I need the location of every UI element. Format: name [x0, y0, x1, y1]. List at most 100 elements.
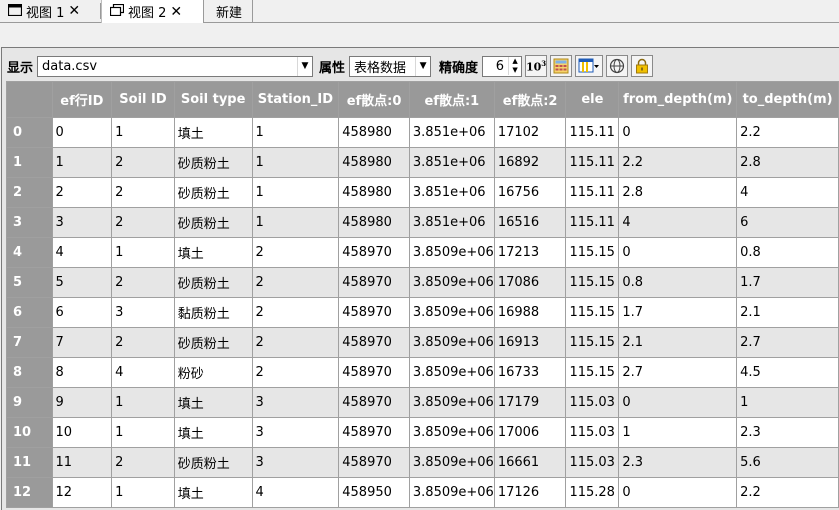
- table-cell[interactable]: 2.2: [618, 147, 738, 178]
- table-cell[interactable]: 砂质粉土: [173, 147, 253, 178]
- table-cell[interactable]: 填土: [173, 417, 253, 448]
- table-cell[interactable]: 1: [51, 147, 113, 178]
- calculator-button[interactable]: [550, 55, 573, 77]
- table-cell[interactable]: 1: [111, 477, 175, 508]
- table-cell[interactable]: 砂质粉土: [173, 177, 253, 208]
- table-cell[interactable]: 2.1: [736, 297, 839, 328]
- table-cell[interactable]: 3.8509e+06: [408, 387, 495, 418]
- tab-view-1[interactable]: 视图 1 ✕: [0, 0, 100, 22]
- table-cell[interactable]: 458970: [338, 417, 410, 448]
- table-cell[interactable]: 3.851e+06: [408, 147, 495, 178]
- table-row[interactable]: 9 9 1 填土 3 458970 3.8509e+06 17179 115.03 0 1: [6, 387, 839, 418]
- table-cell[interactable]: 填土: [173, 117, 253, 148]
- table-cell[interactable]: 0.8: [618, 267, 738, 298]
- table-cell[interactable]: 4: [51, 237, 113, 268]
- table-cell[interactable]: 458970: [338, 237, 410, 268]
- stepper-arrows-icon[interactable]: ▲ ▼: [508, 57, 521, 75]
- row-header[interactable]: 1: [6, 147, 53, 178]
- table-cell[interactable]: 115.03: [565, 447, 620, 478]
- table-cell[interactable]: 2.3: [618, 447, 738, 478]
- table-cell[interactable]: 458980: [338, 147, 410, 178]
- row-header[interactable]: 9: [6, 387, 53, 418]
- table-cell[interactable]: 砂质粉土: [173, 327, 253, 358]
- table-cell[interactable]: 2.2: [736, 117, 839, 148]
- table-cell[interactable]: 1: [618, 417, 738, 448]
- table-cell[interactable]: 11: [51, 447, 113, 478]
- table-row[interactable]: 10 10 1 填土 3 458970 3.8509e+06 17006 115.03 1 2.3: [6, 417, 839, 448]
- table-cell[interactable]: 3.8509e+06: [408, 357, 495, 388]
- column-header[interactable]: Soil ID: [111, 81, 175, 118]
- table-cell[interactable]: 2.7: [736, 327, 839, 358]
- row-header[interactable]: 10: [6, 417, 53, 448]
- table-cell[interactable]: 1: [111, 237, 175, 268]
- row-header[interactable]: 0: [6, 117, 53, 148]
- table-cell[interactable]: 1: [251, 147, 340, 178]
- table-cell[interactable]: 2: [251, 357, 340, 388]
- row-header[interactable]: 8: [6, 357, 53, 388]
- table-cell[interactable]: 458970: [338, 357, 410, 388]
- table-cell[interactable]: 2.8: [736, 147, 839, 178]
- table-cell[interactable]: 2: [111, 327, 175, 358]
- table-cell[interactable]: 17102: [493, 117, 567, 148]
- table-cell[interactable]: 0: [618, 117, 738, 148]
- table-cell[interactable]: 1.7: [736, 267, 839, 298]
- table-cell[interactable]: 2: [111, 177, 175, 208]
- column-header[interactable]: ef散点:2: [493, 81, 567, 118]
- table-cell[interactable]: 115.15: [565, 267, 620, 298]
- table-cell[interactable]: 9: [51, 387, 113, 418]
- table-cell[interactable]: 458970: [338, 267, 410, 298]
- table-cell[interactable]: 黏质粉土: [173, 297, 253, 328]
- table-cell[interactable]: 115.28: [565, 477, 620, 508]
- table-cell[interactable]: 0: [618, 237, 738, 268]
- table-cell[interactable]: 3: [251, 387, 340, 418]
- close-icon[interactable]: ✕: [170, 4, 182, 20]
- table-cell[interactable]: 砂质粉土: [173, 207, 253, 238]
- data-grid[interactable]: ef行ID Soil ID Soil type Station_ID ef散点:0 ef散…: [6, 81, 839, 510]
- table-cell[interactable]: 3.8509e+06: [408, 297, 495, 328]
- table-row[interactable]: 12 12 1 填土 4 458950 3.8509e+06 17126 115.28 0 2.2: [6, 477, 839, 508]
- attribute-select[interactable]: 表格数据 ▼: [349, 55, 432, 77]
- table-cell[interactable]: 458980: [338, 207, 410, 238]
- table-cell[interactable]: 115.11: [565, 207, 620, 238]
- table-cell[interactable]: 458970: [338, 327, 410, 358]
- table-cell[interactable]: 1: [111, 117, 175, 148]
- table-cell[interactable]: 填土: [173, 387, 253, 418]
- table-cell[interactable]: 458950: [338, 477, 410, 508]
- table-cell[interactable]: 6: [51, 297, 113, 328]
- column-header[interactable]: Station_ID: [251, 81, 340, 118]
- column-header[interactable]: ef散点:0: [338, 81, 410, 118]
- table-row[interactable]: 0 0 1 填土 1 458980 3.851e+06 17102 115.11 0 2.2: [6, 117, 839, 148]
- table-cell[interactable]: 3.851e+06: [408, 177, 495, 208]
- table-cell[interactable]: 17126: [493, 477, 567, 508]
- table-cell[interactable]: 2: [111, 447, 175, 478]
- table-cell[interactable]: 粉砂: [173, 357, 253, 388]
- row-header[interactable]: 2: [6, 177, 53, 208]
- table-cell[interactable]: 17086: [493, 267, 567, 298]
- column-header[interactable]: Soil type: [173, 81, 253, 118]
- table-cell[interactable]: 115.15: [565, 327, 620, 358]
- table-cell[interactable]: 16892: [493, 147, 567, 178]
- table-cell[interactable]: 1: [251, 117, 340, 148]
- table-cell[interactable]: 115.15: [565, 297, 620, 328]
- table-cell[interactable]: 458970: [338, 297, 410, 328]
- chevron-down-icon[interactable]: ▼: [297, 56, 312, 76]
- row-header[interactable]: 7: [6, 327, 53, 358]
- table-cell[interactable]: 0.8: [736, 237, 839, 268]
- table-cell[interactable]: 3.8509e+06: [408, 417, 495, 448]
- table-cell[interactable]: 4: [618, 207, 738, 238]
- precision-stepper[interactable]: 6 ▲ ▼: [482, 55, 523, 77]
- column-header[interactable]: from_depth(m): [618, 81, 738, 118]
- table-cell[interactable]: 3.851e+06: [408, 207, 495, 238]
- chevron-down-icon[interactable]: ▼: [415, 56, 430, 76]
- table-cell[interactable]: 2.7: [618, 357, 738, 388]
- table-cell[interactable]: 115.11: [565, 117, 620, 148]
- table-cell[interactable]: 2: [251, 267, 340, 298]
- table-cell[interactable]: 16913: [493, 327, 567, 358]
- table-cell[interactable]: 6: [736, 207, 839, 238]
- table-cell[interactable]: 115.03: [565, 387, 620, 418]
- lock-button[interactable]: [631, 55, 654, 77]
- table-cell[interactable]: 17213: [493, 237, 567, 268]
- table-cell[interactable]: 7: [51, 327, 113, 358]
- table-cell[interactable]: 3.8509e+06: [408, 267, 495, 298]
- table-cell[interactable]: 1: [111, 417, 175, 448]
